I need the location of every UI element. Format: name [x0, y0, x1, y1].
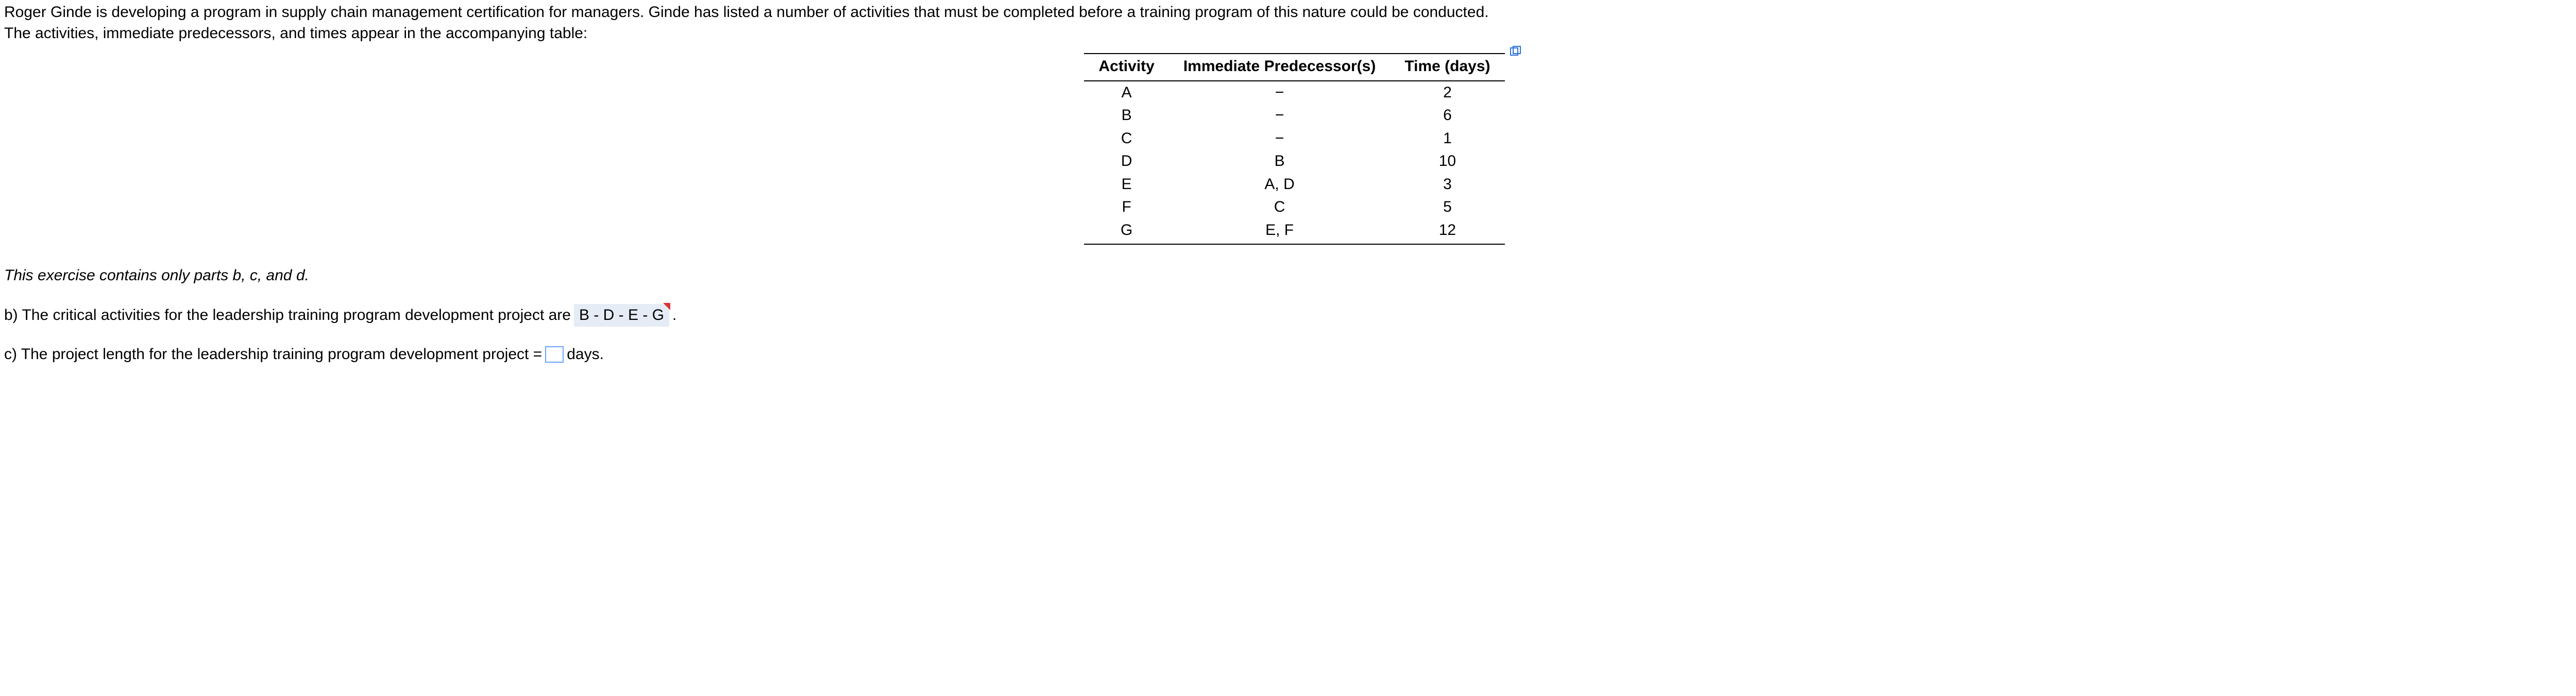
- cell-activity: F: [1084, 196, 1168, 219]
- table-row: B − 6: [1084, 104, 1504, 127]
- table-row: D B 10: [1084, 150, 1504, 173]
- part-c-prefix: c) The project length for the leadership…: [4, 344, 542, 365]
- cell-activity: B: [1084, 104, 1168, 127]
- cell-predecessor: −: [1169, 127, 1391, 150]
- part-b-answer-text: B - D - E - G: [579, 305, 664, 326]
- dropdown-flag-icon: [663, 303, 670, 310]
- popout-icon[interactable]: [1510, 46, 1521, 56]
- cell-predecessor: C: [1169, 196, 1391, 219]
- cell-time: 10: [1390, 150, 1504, 173]
- cell-predecessor: E, F: [1169, 219, 1391, 245]
- cell-time: 3: [1390, 173, 1504, 196]
- table-row: E A, D 3: [1084, 173, 1504, 196]
- activity-table: Activity Immediate Predecessor(s) Time (…: [1084, 53, 1504, 245]
- part-c-suffix: days.: [567, 344, 604, 365]
- header-activity: Activity: [1084, 54, 1168, 81]
- part-c-input[interactable]: [545, 346, 564, 363]
- part-b-prefix: b) The critical activities for the leade…: [4, 305, 571, 326]
- cell-predecessor: B: [1169, 150, 1391, 173]
- table-row: C − 1: [1084, 127, 1504, 150]
- part-c-row: c) The project length for the leadership…: [4, 344, 2576, 365]
- part-b-suffix: .: [672, 305, 676, 326]
- table-row: F C 5: [1084, 196, 1504, 219]
- cell-time: 12: [1390, 219, 1504, 245]
- intro-line-2: The activities, immediate predecessors, …: [4, 25, 587, 42]
- cell-predecessor: A, D: [1169, 173, 1391, 196]
- header-predecessor: Immediate Predecessor(s): [1169, 54, 1391, 81]
- part-b-answer-dropdown[interactable]: B - D - E - G: [574, 304, 669, 327]
- table-row: G E, F 12: [1084, 219, 1504, 245]
- problem-intro: Roger Ginde is developing a program in s…: [4, 2, 2576, 44]
- parts-note: This exercise contains only parts b, c, …: [4, 265, 2576, 286]
- cell-activity: C: [1084, 127, 1168, 150]
- table-row: A − 2: [1084, 81, 1504, 105]
- activity-table-container: Activity Immediate Predecessor(s) Time (…: [4, 53, 2576, 245]
- cell-activity: E: [1084, 173, 1168, 196]
- cell-activity: G: [1084, 219, 1168, 245]
- cell-predecessor: −: [1169, 104, 1391, 127]
- cell-predecessor: −: [1169, 81, 1391, 105]
- cell-activity: A: [1084, 81, 1168, 105]
- cell-time: 6: [1390, 104, 1504, 127]
- cell-time: 1: [1390, 127, 1504, 150]
- intro-line-1: Roger Ginde is developing a program in s…: [4, 4, 1489, 21]
- cell-time: 2: [1390, 81, 1504, 105]
- cell-time: 5: [1390, 196, 1504, 219]
- header-time: Time (days): [1390, 54, 1504, 81]
- part-b-row: b) The critical activities for the leade…: [4, 304, 2576, 327]
- cell-activity: D: [1084, 150, 1168, 173]
- table-header-row: Activity Immediate Predecessor(s) Time (…: [1084, 54, 1504, 81]
